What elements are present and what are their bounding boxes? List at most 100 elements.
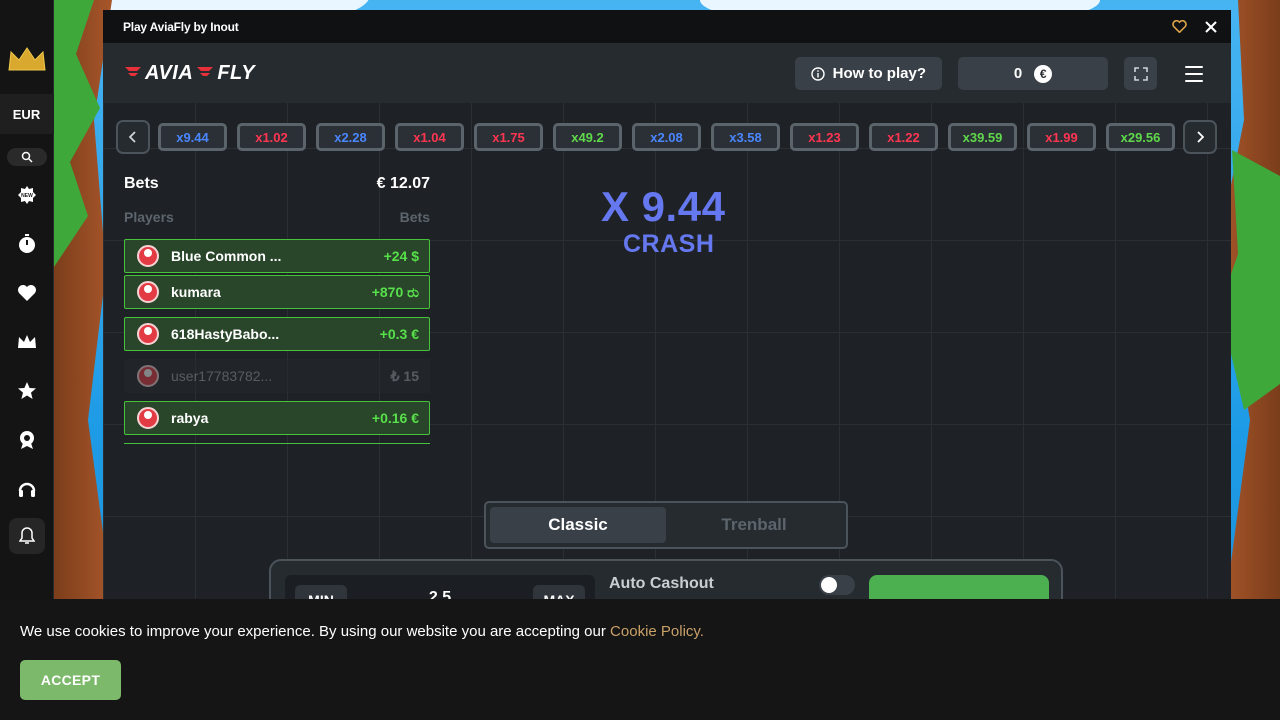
history-pill[interactable]: x2.28: [316, 123, 385, 151]
avatar: [137, 245, 159, 267]
window-title: Play AviaFly by Inout: [123, 19, 239, 34]
players-column-header: Players: [124, 209, 174, 225]
star-icon[interactable]: [7, 371, 47, 411]
close-icon[interactable]: [1203, 19, 1219, 35]
crash-label: CRASH: [623, 230, 715, 258]
avatar: [137, 407, 159, 429]
avatar: [137, 323, 159, 345]
history-pill[interactable]: x1.99: [1027, 123, 1096, 151]
bet-row-partial: [124, 443, 430, 445]
chevron-right-icon: [1197, 131, 1204, 143]
multiplier-history: x9.44 x1.02 x2.28 x1.04 x1.75 x49.2 x2.08 x3.58…: [116, 119, 1219, 155]
auto-cashout-toggle[interactable]: [819, 575, 855, 595]
bet-amount-field[interactable]: MIN 2.5 MAX: [285, 575, 595, 600]
fullscreen-button[interactable]: [1124, 57, 1157, 90]
medal-icon[interactable]: [7, 420, 47, 460]
bet-amount: +24 $: [383, 248, 419, 264]
bet-row: rabya +0.16 €: [124, 401, 430, 435]
history-pill[interactable]: x1.23: [790, 123, 859, 151]
player-name: kumara: [171, 284, 221, 300]
new-badge-icon[interactable]: NEW: [7, 175, 47, 215]
bet-amount: +0.16 €: [371, 410, 419, 426]
favorite-heart-icon[interactable]: [1171, 19, 1187, 35]
title-bar: Play AviaFly by Inout: [103, 10, 1231, 43]
player-name: rabya: [171, 410, 209, 426]
history-items: x9.44 x1.02 x2.28 x1.04 x1.75 x49.2 x2.08 x3.58…: [158, 123, 1175, 151]
bet-amount: +870 ರು: [371, 283, 419, 300]
cookie-message: We use cookies to improve your experienc…: [20, 623, 611, 640]
tab-classic[interactable]: Classic: [490, 507, 666, 543]
history-pill[interactable]: x29.56: [1106, 123, 1175, 151]
how-to-play-button[interactable]: How to play?: [794, 57, 942, 90]
balance-display: 0 €: [958, 57, 1108, 90]
crown-small-icon[interactable]: [7, 322, 47, 362]
bet-amount: ₺ 15: [390, 367, 419, 384]
site-sidebar: EUR NEW: [0, 0, 54, 600]
logo-text-avia: AVIA: [145, 61, 194, 84]
cookie-policy-link[interactable]: Cookie Policy.: [610, 623, 704, 640]
how-to-play-label: How to play?: [832, 65, 926, 82]
avatar: [137, 365, 159, 387]
aviafly-logo[interactable]: AVIA FLY: [125, 62, 255, 85]
bet-list: Blue Common ... +24 $ kumara +870 ರು 618Hast…: [124, 239, 430, 435]
history-pill[interactable]: x1.22: [869, 123, 938, 151]
heart-icon[interactable]: [7, 273, 47, 313]
history-next-button[interactable]: [1183, 120, 1217, 154]
headset-icon[interactable]: [7, 469, 47, 509]
bets-panel: Bets € 12.07 Players Bets Blue Common ..…: [124, 173, 430, 463]
history-prev-button[interactable]: [116, 120, 150, 154]
logo-text-fly: FLY: [217, 61, 256, 84]
currency-selector[interactable]: EUR: [0, 94, 54, 134]
bets-column-header: Bets: [399, 209, 430, 225]
hamburger-menu-icon[interactable]: [1185, 62, 1209, 86]
bet-amount: +0.3 €: [379, 326, 419, 342]
mode-switch: Classic Trenball: [484, 501, 848, 549]
history-pill[interactable]: x2.08: [632, 123, 701, 151]
cookie-banner: We use cookies to improve your experienc…: [0, 599, 1280, 720]
tab-trenball[interactable]: Trenball: [666, 507, 842, 543]
bets-header: Bets € 12.07: [124, 173, 430, 195]
player-name: 618HastyBabo...: [171, 326, 280, 342]
min-button[interactable]: MIN: [295, 585, 347, 600]
auto-cashout-label: Auto Cashout: [609, 575, 714, 592]
bell-icon[interactable]: [8, 518, 45, 554]
bets-title: Bets: [124, 175, 159, 192]
crown-icon[interactable]: [7, 44, 47, 74]
logo-wing-icon: [125, 67, 141, 76]
history-pill[interactable]: x9.44: [158, 123, 227, 151]
history-pill[interactable]: x49.2: [553, 123, 622, 151]
game-header: AVIA FLY How to play? 0 €: [103, 43, 1231, 103]
player-name: Blue Common ...: [171, 248, 282, 264]
bet-row: 618HastyBabo... +0.3 €: [124, 317, 430, 351]
accept-cookies-button[interactable]: ACCEPT: [20, 660, 121, 700]
bet-row: Blue Common ... +24 $: [124, 239, 430, 273]
max-button[interactable]: MAX: [533, 585, 585, 600]
cookie-text: We use cookies to improve your experienc…: [20, 623, 704, 640]
history-pill[interactable]: x1.75: [474, 123, 543, 151]
euro-icon: €: [1034, 64, 1053, 83]
balance-value: 0: [1013, 65, 1023, 82]
game-window: Play AviaFly by Inout AVIA FLY How to pl…: [103, 10, 1231, 600]
search-icon[interactable]: [6, 148, 47, 166]
history-pill[interactable]: x3.58: [711, 123, 780, 151]
title-bar-actions: [1171, 19, 1219, 35]
bets-columns: Players Bets: [124, 209, 430, 225]
history-pill[interactable]: x1.04: [395, 123, 464, 151]
bet-row: kumara +870 ರು: [124, 275, 430, 309]
stopwatch-icon[interactable]: [7, 224, 47, 264]
history-pill[interactable]: x39.59: [948, 123, 1017, 151]
chevron-left-icon: [129, 131, 136, 143]
logo-wing-icon: [197, 67, 214, 76]
game-board: x9.44 x1.02 x2.28 x1.04 x1.75 x49.2 x2.08 x3.58…: [103, 103, 1231, 600]
player-name: user17783782...: [171, 368, 273, 384]
history-pill[interactable]: x1.02: [237, 123, 306, 151]
info-icon: [810, 66, 825, 81]
header-actions: How to play? 0 €: [794, 57, 1209, 90]
bet-row: user17783782... ₺ 15: [124, 359, 430, 393]
fullscreen-icon: [1133, 66, 1148, 81]
bets-total: € 12.07: [376, 175, 430, 192]
place-bet-button[interactable]: [869, 575, 1049, 600]
svg-text:NEW: NEW: [21, 193, 33, 199]
bet-controls: MIN 2.5 MAX Auto Cashout: [269, 559, 1063, 600]
avatar: [137, 281, 159, 303]
